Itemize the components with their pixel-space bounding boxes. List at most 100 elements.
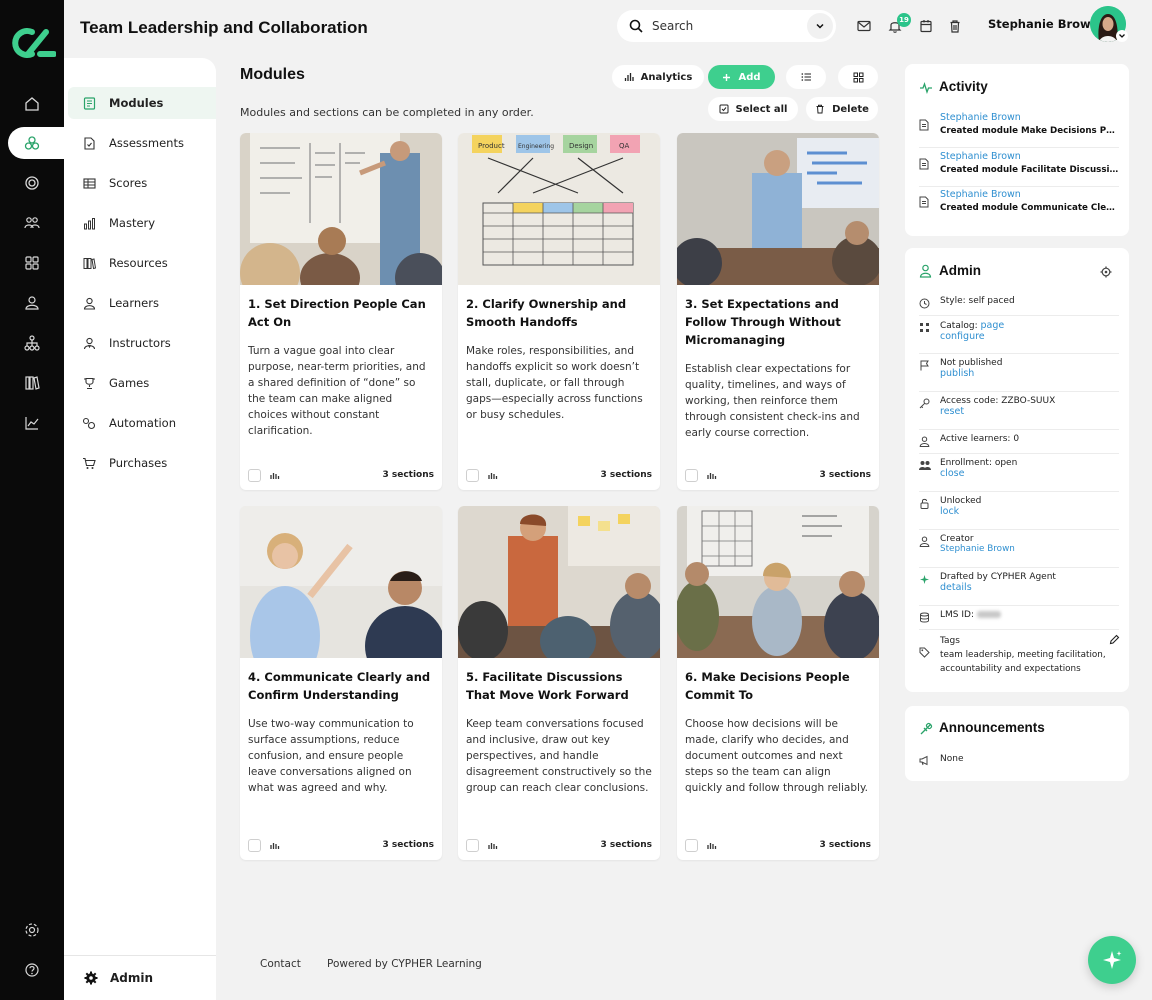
app-logo[interactable] [10, 26, 56, 60]
search-bar[interactable]: Search [617, 10, 836, 42]
target-icon[interactable] [20, 171, 44, 195]
bar-chart-icon[interactable] [487, 470, 498, 480]
delete-button[interactable]: Delete [806, 97, 878, 121]
groups-icon[interactable] [20, 211, 44, 235]
submenu-item-purchases[interactable]: Purchases [68, 447, 216, 479]
submenu-item-games[interactable]: Games [68, 367, 216, 399]
module-checkbox[interactable] [248, 838, 261, 852]
module-checkbox[interactable] [466, 838, 479, 852]
help-icon[interactable] [20, 958, 44, 982]
creator-link[interactable]: Stephanie Brown [940, 544, 1015, 554]
learners-icon [82, 296, 96, 310]
submenu-item-mastery[interactable]: Mastery [68, 207, 216, 239]
mastery-icon [82, 216, 96, 230]
user-icon[interactable] [20, 291, 44, 315]
add-button[interactable]: Add [708, 65, 775, 89]
search-scope-toggle[interactable] [807, 13, 833, 39]
bar-chart-icon[interactable] [487, 840, 498, 850]
trash-icon [815, 104, 825, 114]
activity-user-link[interactable]: Stephanie Brown [940, 112, 1021, 123]
submenu-item-automation[interactable]: Automation [68, 407, 216, 439]
apps-icon[interactable] [20, 251, 44, 275]
catalog-page-link[interactable]: page [980, 320, 1004, 331]
activity-item[interactable]: Stephanie Brown Created module Make Deci… [919, 110, 1120, 148]
module-title[interactable]: 4. Communicate Clearly and Confirm Under… [240, 658, 442, 704]
document-icon [919, 196, 929, 208]
trash-icon[interactable] [947, 18, 963, 34]
module-card[interactable]: 6. Make Decisions People Commit To Choos… [677, 506, 879, 860]
submenu-label: Modules [109, 96, 164, 110]
bar-chart-icon[interactable] [269, 840, 280, 850]
submenu-item-learners[interactable]: Learners [68, 287, 216, 319]
submenu-label: Automation [109, 416, 176, 430]
submenu-item-modules[interactable]: Modules [68, 87, 216, 119]
courses-icon[interactable] [20, 131, 44, 155]
module-thumbnail [677, 506, 879, 658]
lock-link[interactable]: lock [940, 506, 959, 517]
submenu-admin[interactable]: Admin [64, 955, 216, 1000]
module-checkbox[interactable] [685, 468, 698, 482]
publish-link[interactable]: publish [940, 368, 974, 379]
close-enrollment-link[interactable]: close [940, 468, 964, 479]
search-input[interactable]: Search [652, 19, 807, 33]
grid-view-button[interactable] [838, 65, 878, 89]
analytics-button[interactable]: Analytics [612, 65, 704, 89]
admin-access-code: Access code: ZZBO-SUUX [940, 396, 1056, 406]
admin-row-learners: Active learners: 0 [919, 432, 1119, 454]
admin-row-access: Access code: ZZBO-SUUX reset [919, 394, 1119, 430]
module-card[interactable]: Product Engineering Design QA 2. Clarify… [458, 133, 660, 490]
module-checkbox[interactable] [685, 838, 698, 852]
module-checkbox[interactable] [466, 468, 479, 482]
reset-link[interactable]: reset [940, 406, 964, 417]
module-title[interactable]: 5. Facilitate Discussions That Move Work… [458, 658, 660, 704]
module-description: Establish clear expectations for quality… [685, 363, 860, 439]
bar-chart-icon[interactable] [269, 470, 280, 480]
hierarchy-icon[interactable] [20, 331, 44, 355]
catalog-configure-link[interactable]: configure [940, 331, 985, 342]
module-title[interactable]: 3. Set Expectations and Follow Through W… [677, 285, 879, 349]
pencil-icon[interactable] [1109, 634, 1120, 645]
activity-item[interactable]: Stephanie Brown Created module Communica… [919, 187, 1120, 225]
activity-user-link[interactable]: Stephanie Brown [940, 189, 1021, 200]
powered-by[interactable]: Powered by CYPHER Learning [327, 958, 482, 970]
submenu-item-scores[interactable]: Scores [68, 167, 216, 199]
admin-unlocked: Unlocked [940, 496, 982, 506]
module-title[interactable]: 2. Clarify Ownership and Smooth Handoffs [458, 285, 660, 331]
course-submenu: Modules Assessments Scores Mastery Resou… [64, 58, 216, 1000]
module-title[interactable]: 6. Make Decisions People Commit To [677, 658, 879, 704]
calendar-icon[interactable] [918, 18, 934, 34]
submenu-item-instructors[interactable]: Instructors [68, 327, 216, 359]
activity-user-link[interactable]: Stephanie Brown [940, 151, 1021, 162]
module-title[interactable]: 1. Set Direction People Can Act On [240, 285, 442, 331]
library-icon[interactable] [20, 371, 44, 395]
home-icon[interactable] [20, 92, 44, 116]
delete-label: Delete [832, 103, 869, 115]
contact-link[interactable]: Contact [260, 958, 301, 970]
details-link[interactable]: details [940, 582, 972, 593]
tag-icon [919, 647, 930, 658]
settings-icon[interactable] [20, 918, 44, 942]
select-all-label: Select all [735, 103, 788, 115]
module-card[interactable]: 4. Communicate Clearly and Confirm Under… [240, 506, 442, 860]
submenu-item-resources[interactable]: Resources [68, 247, 216, 279]
user-name[interactable]: Stephanie Brown [988, 17, 1099, 31]
module-card[interactable]: 3. Set Expectations and Follow Through W… [677, 133, 879, 490]
select-all-button[interactable]: Select all [708, 97, 798, 121]
admin-row-creator: Creator Stephanie Brown [919, 532, 1119, 568]
chevron-down-icon[interactable] [1116, 30, 1128, 42]
submenu-item-assessments[interactable]: Assessments [68, 127, 216, 159]
bar-chart-icon[interactable] [706, 470, 717, 480]
scores-icon [82, 176, 96, 190]
purchases-icon [82, 456, 96, 470]
analytics-icon[interactable] [20, 411, 44, 435]
gear-icon[interactable] [1100, 266, 1112, 278]
activity-item[interactable]: Stephanie Brown Created module Facilitat… [919, 149, 1120, 187]
list-view-button[interactable] [786, 65, 826, 89]
admin-panel: Admin Style: self paced Catalog: page con… [905, 248, 1129, 692]
ai-assistant-button[interactable] [1088, 936, 1136, 984]
mail-icon[interactable] [856, 18, 872, 34]
module-checkbox[interactable] [248, 468, 261, 482]
module-card[interactable]: 5. Facilitate Discussions That Move Work… [458, 506, 660, 860]
module-card[interactable]: 1. Set Direction People Can Act On Turn … [240, 133, 442, 490]
bar-chart-icon[interactable] [706, 840, 717, 850]
